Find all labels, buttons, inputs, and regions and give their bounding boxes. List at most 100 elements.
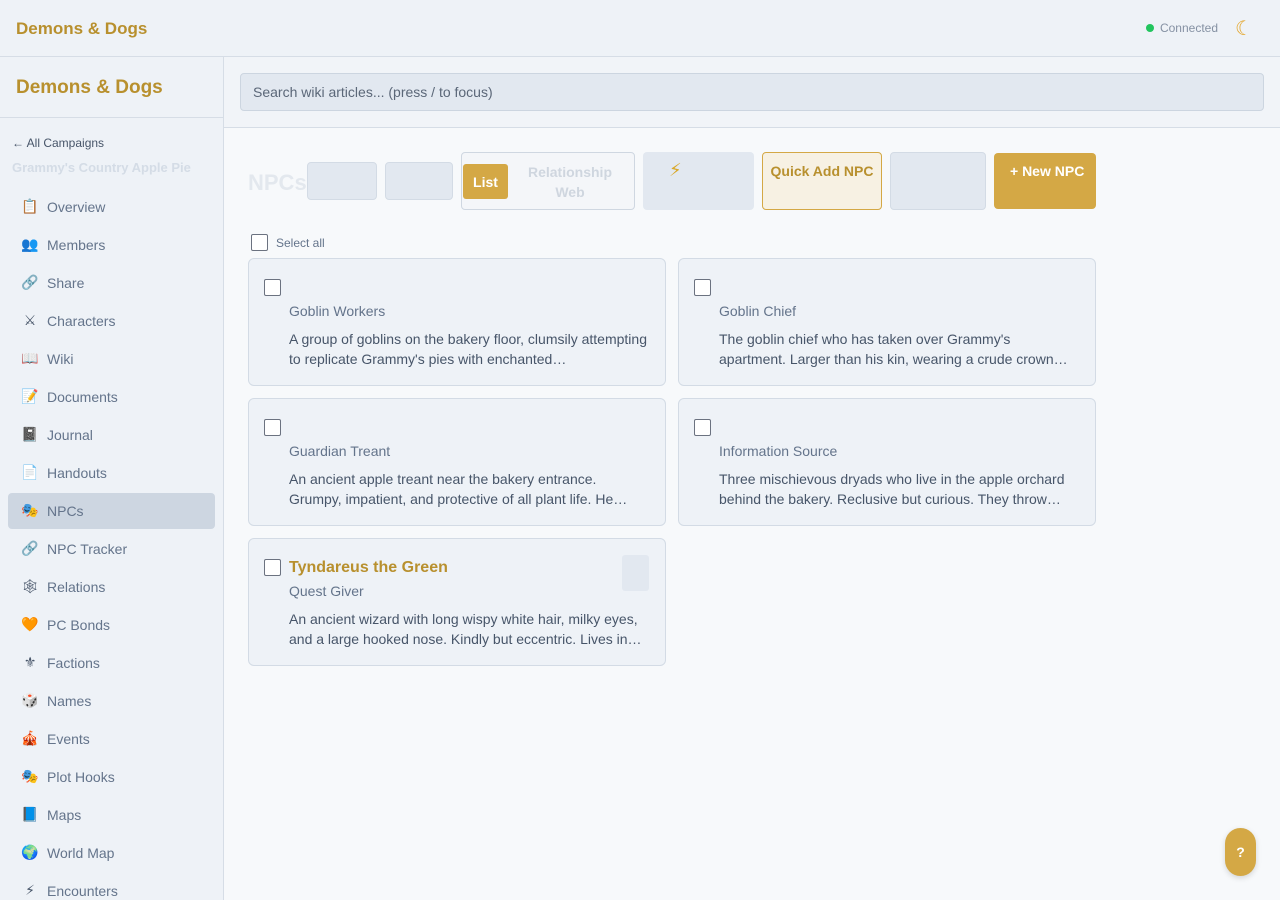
link-icon: 🔗 (21, 275, 39, 291)
npc-role: Goblin Workers (289, 303, 386, 319)
members-icon: 👥 (21, 237, 39, 253)
npc-card[interactable]: Goblin Chief The goblin chief who has ta… (678, 258, 1096, 386)
sidebar-item-label: PC Bonds (47, 617, 111, 633)
npc-role: Goblin Chief (719, 303, 797, 319)
sidebar-divider (0, 117, 223, 118)
select-all-label: Select all (276, 235, 325, 250)
page-title: NPCs (248, 170, 307, 195)
top-bar: Demons & Dogs Connected ☾ (0, 0, 1280, 57)
npc-name[interactable]: Tyndareus the Green (289, 559, 448, 577)
sidebar-item-label: Maps (47, 807, 82, 823)
sidebar-item-maps[interactable]: 📘 Maps (8, 797, 215, 833)
sidebar-item-npcs[interactable]: 🎭 NPCs (8, 493, 215, 529)
sidebar-item-documents[interactable]: 📝 Documents (8, 379, 215, 415)
quick-add-npc-button[interactable]: Quick Add NPC (762, 152, 882, 210)
sidebar-item-label: Events (47, 731, 90, 747)
sidebar-item-encounters[interactable]: ⚡ Encounters (8, 873, 215, 900)
sidebar-item-label: Wiki (47, 351, 74, 367)
npc-avatar-placeholder (622, 555, 649, 591)
lightning-icon: ⚡ (25, 883, 35, 899)
npc-description: An ancient wizard with long wispy white … (289, 611, 638, 647)
search-bar (224, 57, 1280, 128)
sidebar-item-label: Share (47, 275, 85, 291)
sidebar-item-label: Handouts (47, 465, 107, 481)
npc-checkbox[interactable] (264, 279, 281, 296)
list-view-button[interactable]: List (463, 164, 508, 199)
npc-card[interactable]: Guardian Treant An ancient apple treant … (248, 398, 666, 526)
npc-card[interactable]: Goblin Workers A group of goblins on the… (248, 258, 666, 386)
npc-card[interactable]: Information Source Three mischievous dry… (678, 398, 1096, 526)
globe-icon: 🌍 (21, 845, 39, 861)
clipboard-icon: 📋 (21, 199, 39, 215)
connection-status-label: Connected (1159, 21, 1218, 35)
npc-card[interactable]: Tyndareus the Green Quest Giver An ancie… (248, 538, 666, 666)
sidebar-item-members[interactable]: 👥 Members (8, 227, 215, 263)
status-dot-icon (1145, 24, 1154, 32)
sidebar-item-label: NPC Tracker (47, 541, 128, 557)
select-all-checkbox[interactable] (251, 234, 268, 251)
sidebar-item-characters[interactable]: ⚔ Characters (8, 303, 215, 339)
sidebar-item-world-map[interactable]: 🌍 World Map (8, 835, 215, 871)
sidebar-item-label: Plot Hooks (47, 769, 115, 785)
sidebar-item-events[interactable]: 🎪 Events (8, 721, 215, 757)
new-npc-button[interactable]: + New NPC (994, 153, 1096, 209)
web-icon: 🕸 (21, 579, 39, 595)
npc-role: Quest Giver (289, 583, 364, 599)
map-book-icon: 📘 (21, 807, 39, 823)
lightning-icon: ⚡ (669, 160, 682, 181)
crossed-swords-icon: ⚔ (23, 313, 37, 329)
sidebar-item-label: NPCs (47, 503, 84, 519)
sidebar-item-overview[interactable]: 📋 Overview (8, 189, 215, 225)
sidebar-item-plot-hooks[interactable]: 🎭 Plot Hooks (8, 759, 215, 795)
all-campaigns-link[interactable]: ← All Campaigns (12, 136, 104, 150)
fleur-de-lis-icon: ⚜ (23, 655, 37, 671)
moon-icon[interactable]: ☾ (1230, 14, 1258, 42)
sidebar-item-label: Factions (47, 655, 100, 671)
sidebar: Demons & Dogs ← All Campaigns Grammy's C… (0, 57, 224, 900)
npc-role: Information Source (719, 443, 838, 459)
sidebar-item-label: Relations (47, 579, 106, 595)
campaign-name: Grammy's Country Apple Pie (12, 160, 191, 175)
sidebar-nav: 📋 Overview 👥 Members 🔗 Share ⚔ Characters 📖 W… (8, 189, 215, 900)
page-icon: 📄 (21, 465, 39, 481)
heart-icon: 🧡 (21, 617, 39, 633)
sidebar-item-label: Overview (47, 199, 106, 215)
npc-checkbox[interactable] (264, 419, 281, 436)
toolbar-button-blank[interactable] (385, 162, 453, 200)
npc-checkbox[interactable] (264, 559, 281, 576)
search-input[interactable] (240, 73, 1264, 111)
quick-action-button[interactable]: ⚡ (643, 152, 754, 210)
sidebar-item-handouts[interactable]: 📄 Handouts (8, 455, 215, 491)
sidebar-item-relations[interactable]: 🕸 Relations (8, 569, 215, 605)
circus-tent-icon: 🎪 (21, 731, 39, 747)
sidebar-title[interactable]: Demons & Dogs (16, 77, 163, 99)
npc-checkbox[interactable] (694, 279, 711, 296)
view-toggle: List Relationship Web (461, 152, 635, 210)
sidebar-item-factions[interactable]: ⚜ Factions (8, 645, 215, 681)
sidebar-item-label: Documents (47, 389, 118, 405)
sidebar-item-label: Characters (47, 313, 116, 329)
memo-icon: 📝 (21, 389, 39, 405)
sidebar-item-label: Members (47, 237, 106, 253)
select-all: Select all (251, 234, 325, 251)
dice-icon: 🎲 (21, 693, 39, 709)
npc-role: Guardian Treant (289, 443, 391, 459)
sidebar-item-names[interactable]: 🎲 Names (8, 683, 215, 719)
sidebar-item-label: World Map (47, 845, 115, 861)
help-button[interactable]: ? (1225, 828, 1256, 876)
toolbar-button-blank[interactable] (890, 152, 986, 210)
app-title[interactable]: Demons & Dogs (16, 19, 147, 39)
sidebar-item-label: Names (47, 693, 92, 709)
relationship-web-button[interactable]: Relationship Web (514, 162, 626, 202)
sidebar-item-pc-bonds[interactable]: 🧡 PC Bonds (8, 607, 215, 643)
sidebar-item-wiki[interactable]: 📖 Wiki (8, 341, 215, 377)
toolbar-button-blank[interactable] (307, 162, 377, 200)
connection-status: Connected (1145, 21, 1218, 35)
sidebar-item-share[interactable]: 🔗 Share (8, 265, 215, 301)
sidebar-item-label: Encounters (47, 883, 118, 899)
sidebar-item-journal[interactable]: 📓 Journal (8, 417, 215, 453)
npc-checkbox[interactable] (694, 419, 711, 436)
theater-masks-icon: 🎭 (21, 503, 39, 519)
book-icon: 📖 (21, 351, 39, 367)
sidebar-item-npc-tracker[interactable]: 🔗 NPC Tracker (8, 531, 215, 567)
